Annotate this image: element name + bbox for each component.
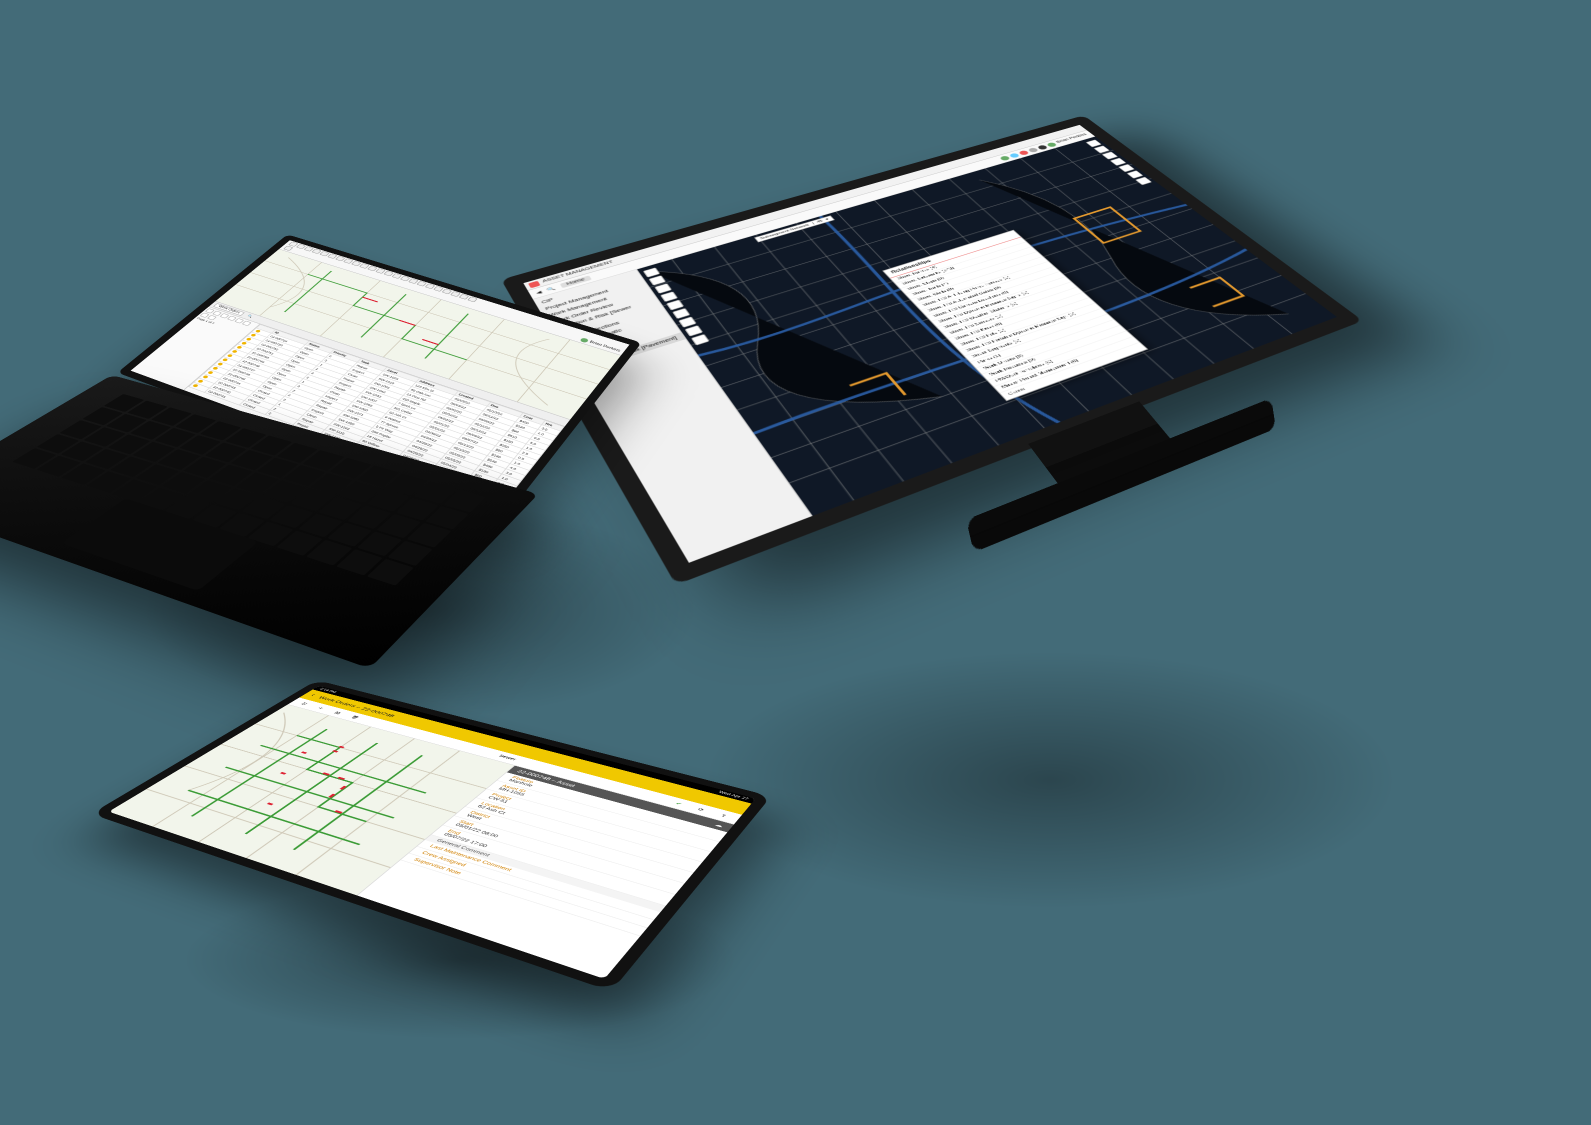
status-dot-icon [250,333,256,337]
relationship-item[interactable]: Super Segments (0) [965,309,1108,362]
relationship-item[interactable]: Master Project Management (0) [994,337,1140,393]
menu-icon[interactable]: ☰ [296,700,313,707]
status-dot-icon [222,358,229,362]
sync-icon[interactable]: ⟳ [692,805,711,815]
map-canvas [637,137,1337,516]
check-icon[interactable]: ✔ [670,799,688,808]
plus-icon[interactable]: ＋ [312,705,329,712]
relationship-item[interactable]: PM/Work Templates (0) [988,331,1133,387]
status-dot-icon [212,366,219,370]
share-icon[interactable]: ⇪ [714,811,733,821]
status-dot-icon [241,341,247,345]
status-red-icon[interactable] [1018,150,1030,156]
status-dot-icon [207,371,214,375]
status-dot-icon [197,379,204,383]
bell-icon[interactable] [1037,144,1049,150]
chevron-down-icon[interactable]: ▾ [824,218,829,222]
search-value: 45 [816,219,824,223]
status-dot-icon [255,329,261,332]
link-icon[interactable] [1027,147,1039,153]
status-green-icon[interactable] [999,155,1011,161]
toolbar-center-label[interactable]: Sewer [497,754,516,761]
cloud-icon[interactable]: ☁ [713,822,724,828]
relationship-item[interactable]: Parks (1) [971,314,1114,368]
toolbar-icon[interactable] [467,296,478,302]
user-avatar-icon[interactable] [1046,142,1058,148]
grid-tool-icon[interactable] [242,321,252,327]
status-dot-icon [192,384,199,388]
relationship-item[interactable]: Work Requests (0) [982,325,1126,380]
status-dot-icon [231,350,237,354]
tablet: 3:19 PM Wed Apr 27 ‹ Work Orders – 22-00… [150,620,850,1100]
status-dot-icon [246,337,252,341]
relationships-cancel[interactable]: Cancel [1000,343,1147,401]
status-dot-icon [236,346,242,350]
layers-icon[interactable]: ▤ [329,709,346,716]
search-icon[interactable]: 🔍 [246,314,254,318]
relationship-item[interactable]: Work Orders (6) [976,320,1120,375]
status-dot-icon [217,362,224,366]
trash-icon[interactable]: 🗑 [346,714,363,721]
status-dot-icon [202,375,209,379]
status-blue-icon[interactable] [1009,152,1021,158]
status-dot-icon [227,354,233,358]
tablet-app: 3:19 PM Wed Apr 27 ‹ Work Orders – 22-00… [109,686,756,979]
back-button[interactable]: ‹ [308,693,317,697]
desktop-map[interactable]: Subsegment Network | 45 ▾ [637,137,1337,516]
